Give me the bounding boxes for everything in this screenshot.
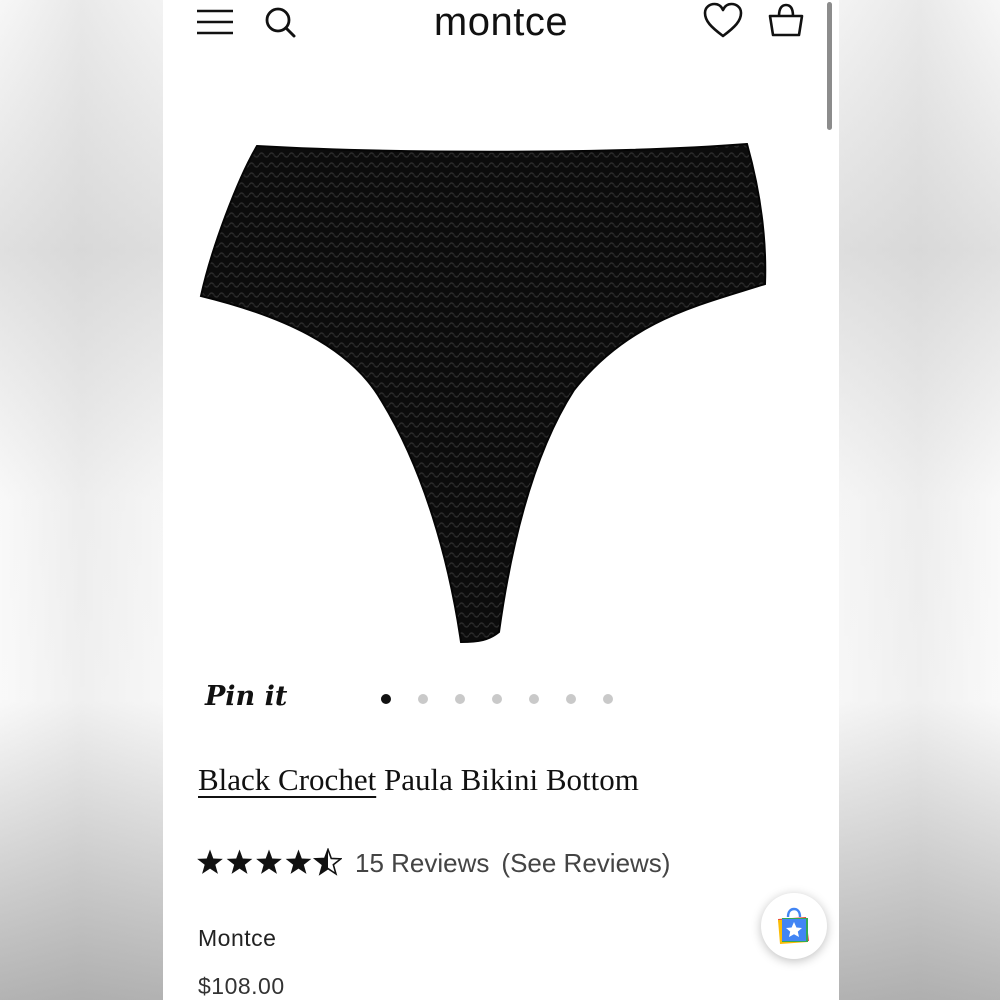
scrollbar-thumb[interactable]: [827, 2, 832, 130]
phone-screen: montce Pin it Black Crochet Paula Bikini…: [163, 0, 839, 1000]
left-backdrop: [0, 0, 163, 1000]
basket-icon[interactable]: [767, 2, 805, 38]
search-icon[interactable]: [263, 5, 297, 39]
gallery-dot[interactable]: [566, 694, 576, 704]
shopping-assistant-button[interactable]: [761, 893, 827, 959]
gallery-dot[interactable]: [492, 694, 502, 704]
rating-stars[interactable]: [196, 848, 342, 878]
product-vendor[interactable]: Montce: [198, 925, 276, 952]
product-price: $108.00: [198, 973, 285, 999]
product-title-link[interactable]: Black Crochet: [198, 762, 376, 797]
brand-logo[interactable]: montce: [363, 0, 639, 44]
gallery-dot[interactable]: [381, 694, 391, 704]
right-backdrop: [839, 0, 1000, 1000]
product-title: Black Crochet Paula Bikini Bottom: [198, 762, 798, 798]
star-filled: [256, 849, 282, 874]
shopping-bag-star-icon: [778, 907, 809, 944]
hamburger-menu-icon[interactable]: [196, 8, 234, 36]
gallery-dot[interactable]: [418, 694, 428, 704]
star-filled: [197, 849, 223, 874]
see-reviews-link[interactable]: (See Reviews): [501, 848, 670, 878]
gallery-dot[interactable]: [603, 694, 613, 704]
gallery-dot[interactable]: [455, 694, 465, 704]
star-filled: [285, 849, 312, 874]
star-filled: [226, 849, 253, 874]
product-title-rest: Paula Bikini Bottom: [376, 762, 639, 797]
product-image[interactable]: [199, 140, 803, 645]
top-navigation-bar: montce: [163, 0, 839, 50]
reviews-summary: 15 Reviews (See Reviews): [355, 848, 670, 879]
reviews-count: 15 Reviews: [355, 848, 490, 878]
gallery-dot[interactable]: [529, 694, 539, 704]
pin-it-button[interactable]: Pin it: [205, 681, 287, 712]
heart-icon[interactable]: [703, 2, 743, 40]
